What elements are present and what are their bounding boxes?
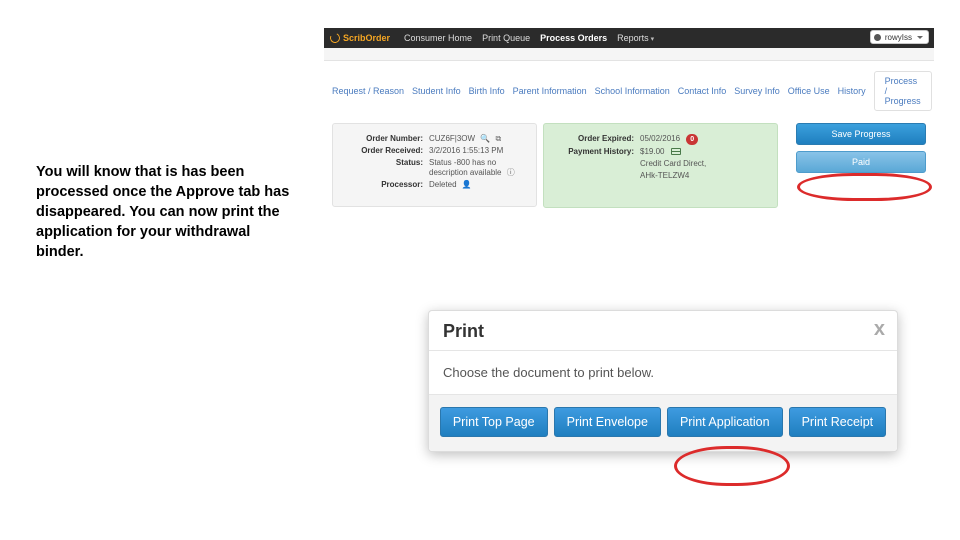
chevron-down-icon: ▾ [651,36,655,43]
order-expired-value: 05/02/2016 [640,134,680,143]
dialog-header: Print x [429,311,897,350]
payment-method: Credit Card Direct, [640,159,767,169]
top-nav-links: Consumer Home Print Queue Process Orders… [404,33,654,43]
tab-request-reason[interactable]: Request / Reason [332,86,404,96]
brand-name: ScribOrder [343,33,390,43]
user-name: rowyIss [885,33,912,42]
payment-reference: AHk-TELZW4 [640,171,767,181]
print-top-page-button[interactable]: Print Top Page [440,407,548,437]
order-number-label: Order Number: [343,134,429,144]
order-received-label: Order Received: [343,146,429,156]
nav-consumer-home[interactable]: Consumer Home [404,33,472,43]
action-column: Save Progress Paid [796,123,926,173]
top-navbar: ScribOrder Consumer Home Print Queue Pro… [324,28,934,48]
user-menu-button[interactable]: rowyIss [870,30,929,44]
processor-value: Deleted [429,180,457,189]
tab-history[interactable]: History [838,86,866,96]
tab-birth-info[interactable]: Birth Info [469,86,505,96]
nav-reports-label: Reports [617,33,649,43]
credit-card-icon [671,148,681,155]
tab-school-information[interactable]: School Information [595,86,670,96]
tab-parent-information[interactable]: Parent Information [513,86,587,96]
process-progress-box[interactable]: Process / Progress [874,71,932,111]
info-icon[interactable]: ⓘ [507,168,515,178]
payment-amount: $19.00 [640,147,664,156]
order-received-value: 3/2/2016 1:55:13 PM [429,146,526,156]
brand-swirl-icon [329,32,342,45]
nav-process-orders[interactable]: Process Orders [540,33,607,43]
dialog-body: Choose the document to print below. [429,350,897,395]
brand-logo[interactable]: ScribOrder [330,33,390,43]
dialog-title: Print [443,321,484,341]
nav-reports[interactable]: Reports▾ [617,33,654,43]
search-icon[interactable]: 🔍 [480,134,490,144]
print-envelope-button[interactable]: Print Envelope [554,407,661,437]
tab-student-info[interactable]: Student Info [412,86,461,96]
nav-print-queue[interactable]: Print Queue [482,33,530,43]
print-application-button[interactable]: Print Application [667,407,783,437]
copy-icon[interactable]: ⧉ [496,134,502,144]
info-panels: Order Number: CUZ6F|3OW 🔍 ⧉ Order Receiv… [324,123,934,208]
paid-button[interactable]: Paid [796,151,926,173]
status-value: Status -800 has no description available [429,158,502,177]
status-label: Status: [343,158,429,178]
tab-office-use[interactable]: Office Use [788,86,830,96]
app-region: ScribOrder Consumer Home Print Queue Pro… [324,28,934,208]
payment-panel: Order Expired: 05/02/2016 0 Payment Hist… [543,123,778,208]
processor-label: Processor: [343,180,429,190]
toolbar-strip [324,48,934,61]
tab-contact-info[interactable]: Contact Info [678,86,727,96]
user-icon: 👤 [462,180,472,190]
expired-badge: 0 [686,134,698,145]
save-progress-button[interactable]: Save Progress [796,123,926,145]
payment-history-label: Payment History: [554,147,640,157]
print-receipt-button[interactable]: Print Receipt [789,407,887,437]
order-expired-label: Order Expired: [554,134,640,145]
close-icon[interactable]: x [874,319,885,339]
tab-survey-info[interactable]: Survey Info [734,86,780,96]
annotation-circle-print-application [674,446,790,486]
instruction-text: You will know that is has been processed… [36,162,298,262]
section-tabs: Request / Reason Student Info Birth Info… [324,61,934,123]
print-dialog: Print x Choose the document to print bel… [428,310,898,452]
order-number-value: CUZ6F|3OW [429,134,475,143]
dialog-footer: Print Top Page Print Envelope Print Appl… [429,395,897,451]
order-info-panel: Order Number: CUZ6F|3OW 🔍 ⧉ Order Receiv… [332,123,537,207]
